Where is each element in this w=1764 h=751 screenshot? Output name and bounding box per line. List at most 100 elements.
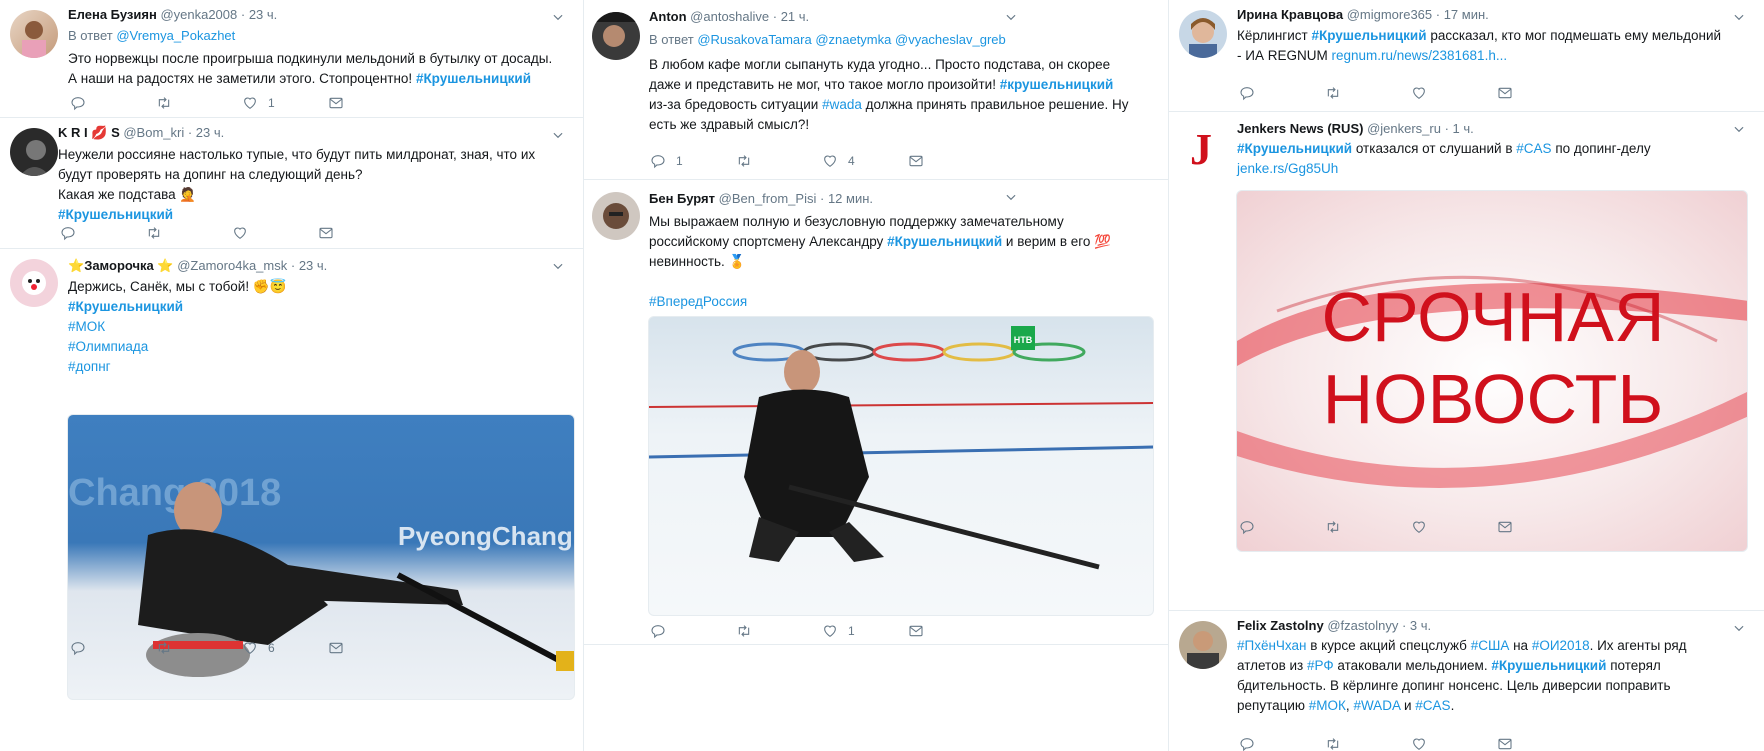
- like-button[interactable]: 4: [822, 153, 908, 169]
- like-button[interactable]: [1411, 519, 1497, 535]
- author-handle[interactable]: @Ben_from_Pisi: [719, 191, 817, 206]
- retweet-button[interactable]: [1325, 736, 1411, 751]
- news-card-image[interactable]: СРОЧНАЯ НОВОСТЬ: [1236, 190, 1748, 552]
- hashtag-link[interactable]: #Крушельницкий: [1311, 28, 1426, 43]
- avatar[interactable]: [10, 10, 58, 58]
- retweet-button[interactable]: [1325, 519, 1411, 535]
- tweet-time[interactable]: · 23 ч.: [241, 7, 277, 22]
- author-handle[interactable]: @Bom_kri: [123, 125, 184, 140]
- retweet-button[interactable]: [736, 623, 822, 639]
- hashtag-link[interactable]: #ВпередРоссия: [649, 292, 1119, 312]
- external-link[interactable]: jenke.rs/Gg85Uh: [1237, 159, 1747, 179]
- hashtag-link[interactable]: #Крушельницкий: [1237, 141, 1352, 156]
- hashtag-link[interactable]: #CAS: [1516, 141, 1551, 156]
- author-name[interactable]: Felix Zastolny: [1237, 618, 1324, 633]
- caret-down-icon[interactable]: [1732, 122, 1746, 136]
- like-button[interactable]: 6: [242, 640, 328, 656]
- tweet[interactable]: Felix Zastolny @fzastolnyy · 3 ч. #ПхёнЧ…: [1169, 611, 1764, 751]
- retweet-button[interactable]: [156, 640, 242, 656]
- caret-down-icon[interactable]: [551, 10, 565, 24]
- author-name[interactable]: Заморочка: [84, 258, 154, 273]
- reply-button[interactable]: [650, 623, 736, 639]
- author-name[interactable]: Anton: [649, 9, 687, 24]
- direct-message-button[interactable]: [908, 153, 994, 169]
- caret-down-icon[interactable]: [551, 259, 565, 273]
- reply-button[interactable]: [1239, 736, 1325, 751]
- like-button[interactable]: [232, 225, 318, 241]
- caret-down-icon[interactable]: [1004, 10, 1018, 24]
- reply-button[interactable]: [70, 640, 156, 656]
- direct-message-button[interactable]: [1497, 736, 1583, 751]
- tweet[interactable]: Бен Бурят @Ben_from_Pisi · 12 мин. Мы вы…: [584, 180, 1168, 645]
- hashtag-link[interactable]: #МОК: [68, 317, 568, 337]
- author-name[interactable]: Jenkers News (RUS): [1237, 121, 1363, 136]
- author-name[interactable]: Бен Бурят: [649, 191, 715, 206]
- hashtag-link[interactable]: #МОК: [1309, 698, 1346, 713]
- tweet-time[interactable]: · 12 мин.: [820, 191, 873, 206]
- author-handle[interactable]: @jenkers_ru: [1367, 121, 1441, 136]
- avatar[interactable]: [1179, 10, 1227, 58]
- tweet-time[interactable]: · 17 мин.: [1436, 7, 1489, 22]
- tweet[interactable]: Елена Бузиян @yenka2008 · 23 ч. В ответ …: [0, 0, 583, 118]
- hashtag-link[interactable]: #ОИ2018: [1532, 638, 1590, 653]
- hashtag-link[interactable]: #РФ: [1307, 658, 1334, 673]
- author-handle[interactable]: @Zamoro4ka_msk: [177, 258, 287, 273]
- hashtag-link[interactable]: #ПхёнЧхан: [1237, 638, 1306, 653]
- tweet[interactable]: ⭐Заморочка ⭐ @Zamoro4ka_msk · 23 ч. Держ…: [0, 249, 583, 751]
- hashtag-link[interactable]: #CAS: [1415, 698, 1450, 713]
- tweet-time[interactable]: · 23 ч.: [188, 125, 224, 140]
- direct-message-button[interactable]: [318, 225, 404, 241]
- hashtag-link[interactable]: #Крушельницкий: [1491, 658, 1606, 673]
- author-name[interactable]: K R I: [58, 125, 88, 140]
- external-link[interactable]: regnum.ru/news/2381681.h...: [1331, 48, 1507, 63]
- tweet-time[interactable]: · 3 ч.: [1402, 618, 1431, 633]
- reply-to-link[interactable]: @Vremya_Pokazhet: [116, 28, 235, 43]
- hashtag-link[interactable]: #допнг: [68, 357, 568, 377]
- hashtag-link[interactable]: #Олимпиада: [68, 337, 568, 357]
- like-button[interactable]: [1411, 85, 1497, 101]
- avatar[interactable]: [10, 259, 58, 307]
- direct-message-button[interactable]: [1497, 519, 1583, 535]
- like-button[interactable]: 1: [822, 623, 908, 639]
- avatar[interactable]: [10, 128, 58, 176]
- tweet-photo[interactable]: НТВ: [648, 316, 1154, 616]
- author-name[interactable]: Ирина Кравцова: [1237, 7, 1343, 22]
- avatar[interactable]: [1179, 621, 1227, 669]
- direct-message-button[interactable]: [1497, 85, 1583, 101]
- hashtag-link[interactable]: #WADA: [1353, 698, 1400, 713]
- hashtag-link[interactable]: #США: [1471, 638, 1510, 653]
- caret-down-icon[interactable]: [551, 128, 565, 142]
- direct-message-button[interactable]: [908, 623, 994, 639]
- tweet[interactable]: Ирина Кравцова @migmore365 · 17 мин. Кёр…: [1169, 0, 1764, 112]
- hashtag-link[interactable]: #Крушельницкий: [68, 297, 568, 317]
- like-button[interactable]: [1411, 736, 1497, 751]
- reply-to-link[interactable]: @RusakovaTamara: [697, 32, 811, 47]
- tweet[interactable]: J Jenkers News (RUS) @jenkers_ru · 1 ч. …: [1169, 112, 1764, 611]
- reply-button[interactable]: [1239, 519, 1325, 535]
- author-name[interactable]: Елена Бузиян: [68, 7, 157, 22]
- retweet-button[interactable]: [736, 153, 822, 169]
- retweet-button[interactable]: [146, 225, 232, 241]
- caret-down-icon[interactable]: [1732, 10, 1746, 24]
- author-handle[interactable]: @antoshalive: [690, 9, 769, 24]
- author-name-suffix[interactable]: S: [111, 125, 120, 140]
- hashtag-link[interactable]: #Крушельницкий: [58, 205, 568, 225]
- reply-button[interactable]: [1239, 85, 1325, 101]
- author-handle[interactable]: @yenka2008: [160, 7, 237, 22]
- author-handle[interactable]: @migmore365: [1347, 7, 1432, 22]
- caret-down-icon[interactable]: [1732, 621, 1746, 635]
- hashtag-link[interactable]: #Крушельницкий: [416, 71, 531, 86]
- caret-down-icon[interactable]: [1004, 190, 1018, 204]
- tweet-time[interactable]: · 21 ч.: [773, 9, 809, 24]
- author-handle[interactable]: @fzastolnyy: [1327, 618, 1398, 633]
- hashtag-link[interactable]: #Крушельницкий: [887, 234, 1002, 249]
- like-button[interactable]: 1: [242, 95, 328, 111]
- tweet[interactable]: K R I 💋 S @Bom_kri · 23 ч. Неужели росси…: [0, 118, 583, 249]
- reply-button[interactable]: 1: [650, 153, 736, 169]
- hashtag-link[interactable]: #крушельницкий: [1000, 77, 1114, 92]
- retweet-button[interactable]: [156, 95, 242, 111]
- reply-to-link[interactable]: @znaetymka: [815, 32, 891, 47]
- avatar[interactable]: [592, 12, 640, 60]
- tweet[interactable]: Anton @antoshalive · 21 ч. В ответ @Rusa…: [584, 0, 1168, 180]
- tweet-time[interactable]: · 23 ч.: [291, 258, 327, 273]
